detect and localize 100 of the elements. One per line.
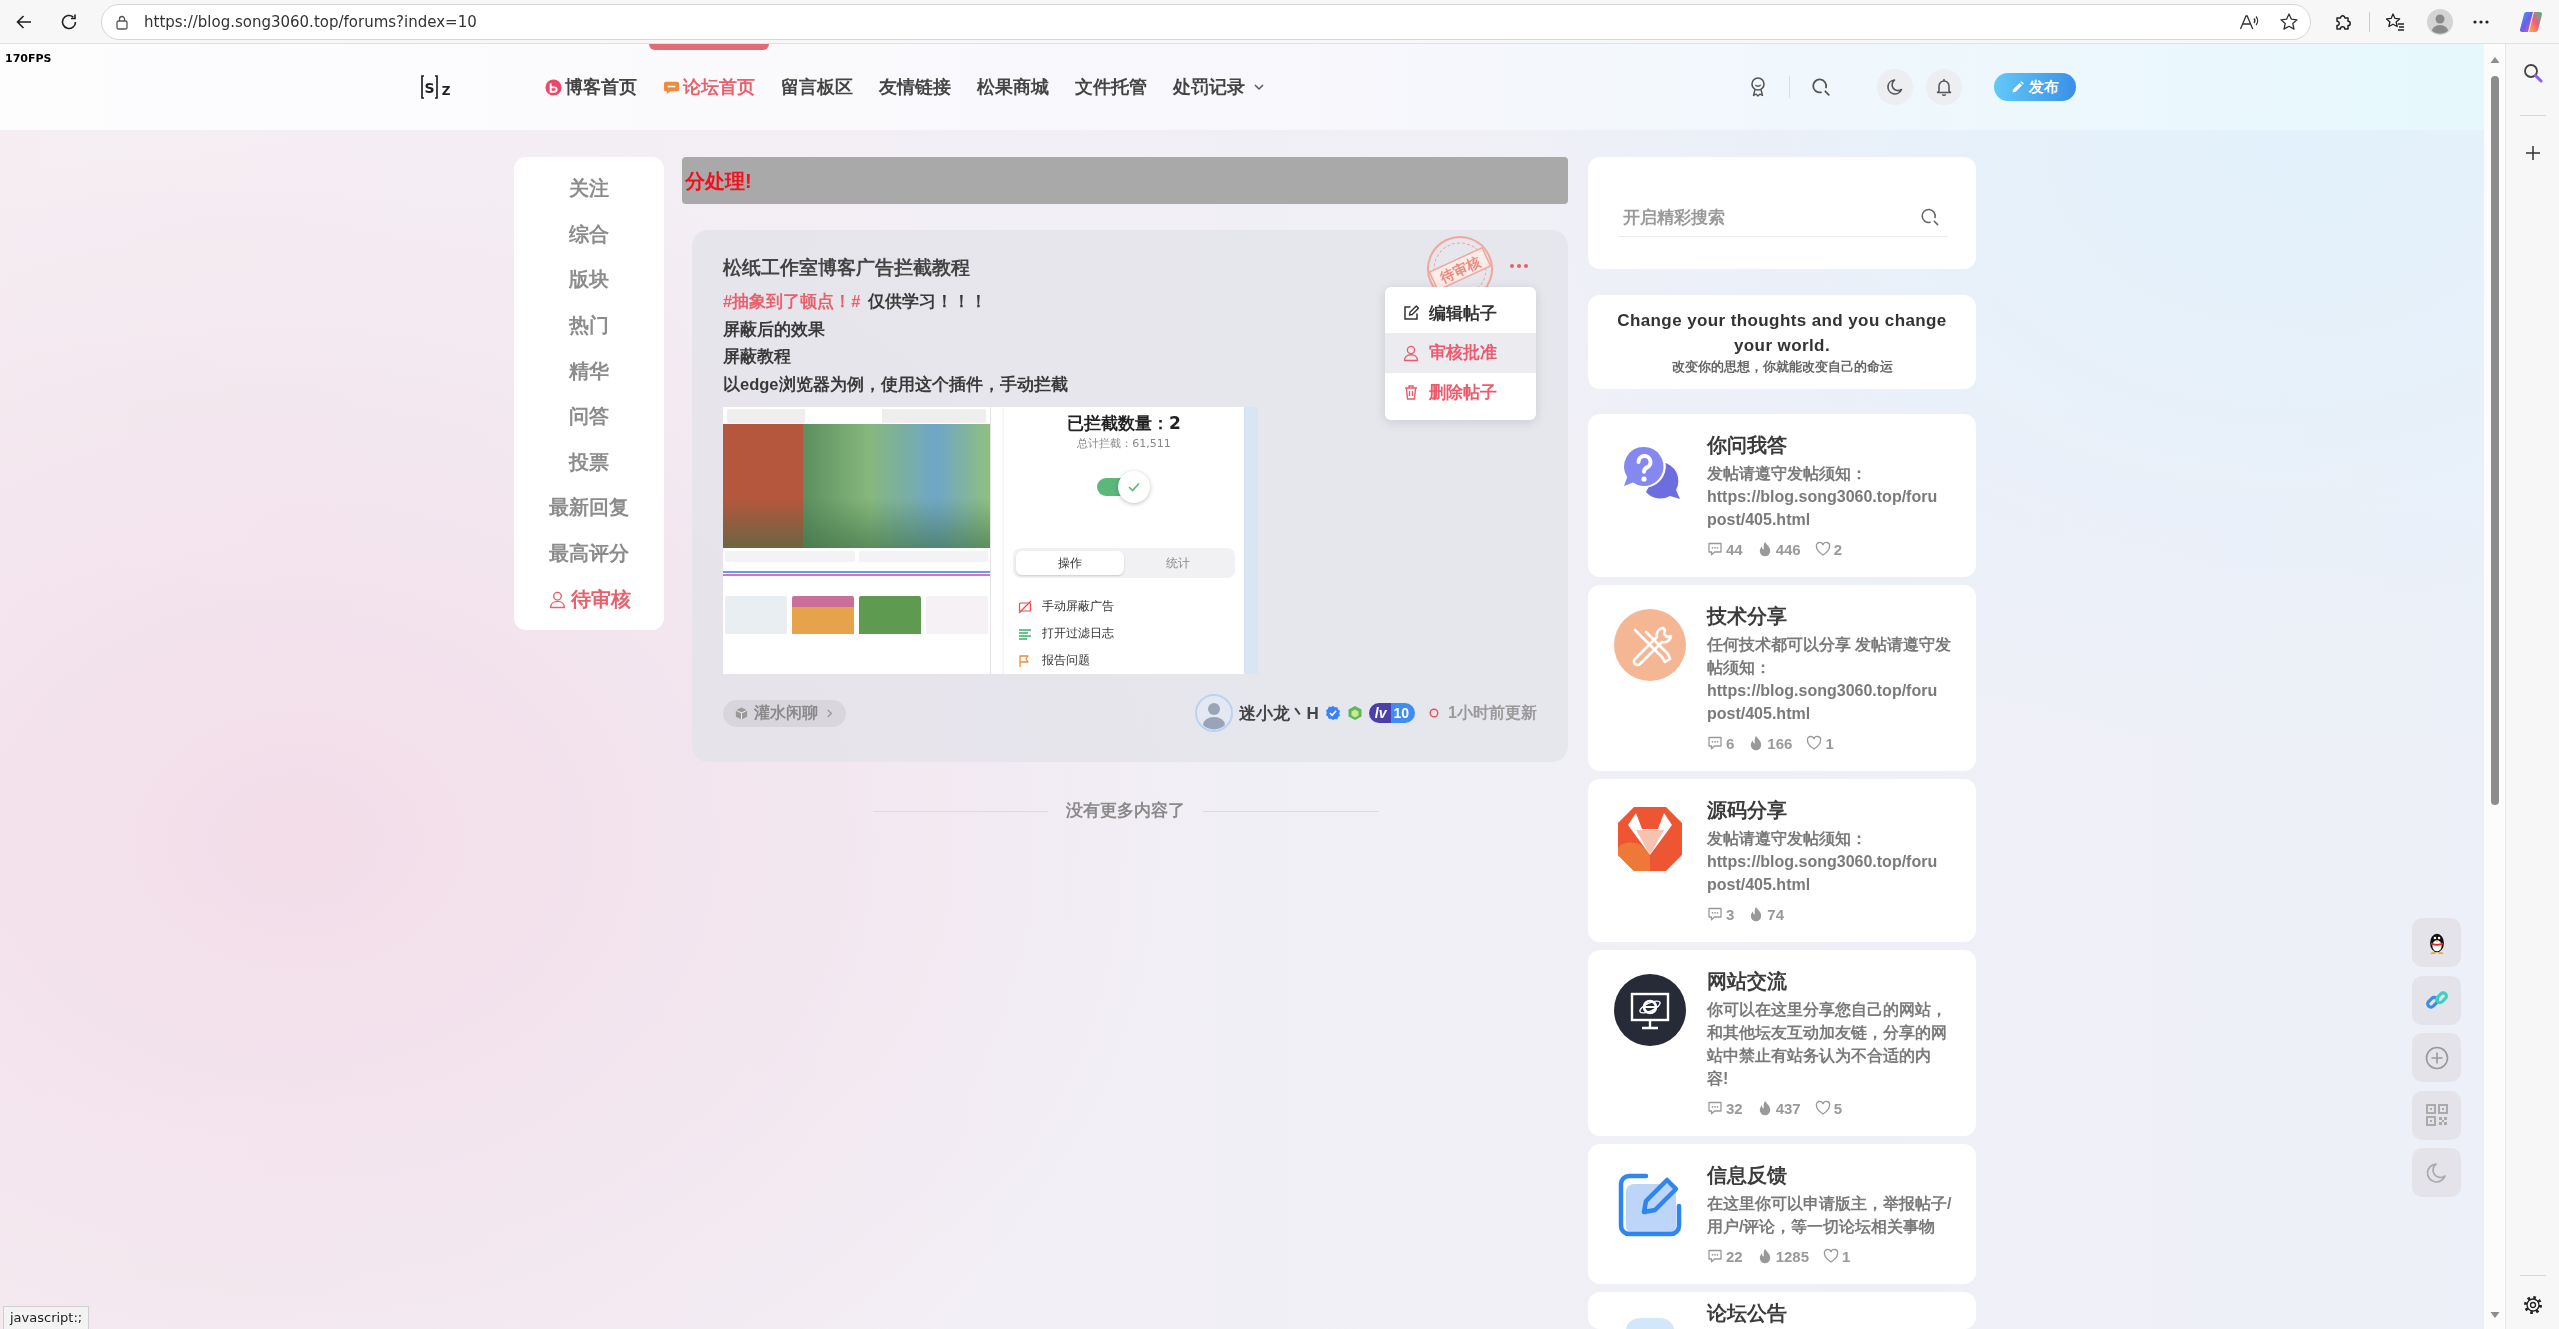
comment-icon: [1707, 735, 1723, 751]
board-card[interactable]: 技术分享 任何技术都可以分享 发帖请遵守发帖须知： https://blog.song3060.top/foru post/405.html 6 166 1: [1588, 585, 1976, 771]
round-badge-icon: [545, 78, 562, 96]
link-icon: [2424, 988, 2449, 1012]
post-text: 屏蔽教程: [723, 346, 791, 367]
board-card[interactable]: 你问我答 发帖请遵守发帖须知： https://blog.song3060.top/foru post/405.html 44 446 2: [1588, 414, 1976, 577]
comment-count: 32: [1726, 1099, 1743, 1117]
user-icon: [547, 589, 567, 609]
nav-tab[interactable]: 博客首页: [545, 75, 637, 99]
author-name[interactable]: 迷小龙丶H: [1238, 701, 1319, 725]
cube-icon: [734, 705, 749, 721]
board-title: 源码分享: [1707, 798, 1788, 823]
nav-tab[interactable]: 处罚记录: [1173, 75, 1265, 99]
search-field[interactable]: 开启精彩搜索: [1618, 200, 1948, 235]
fps-counter: 170FPS: [5, 52, 52, 65]
notification-button[interactable]: [1926, 69, 1962, 105]
view-count: 437: [1775, 1099, 1801, 1117]
search-icon[interactable]: [1920, 207, 1940, 227]
toggle-knob[interactable]: [1118, 471, 1150, 503]
board-card[interactable]: 网站交流 你可以在这里分享您自己的网站，和其他坛友互动加友链，分享的网站中禁止有站务认为不合适的内容! 32 437 5: [1588, 950, 1976, 1136]
nav-tab[interactable]: 松果商城: [977, 75, 1049, 99]
like-count: 2: [1833, 540, 1843, 558]
comment-icon: [1707, 541, 1723, 557]
dark-mode-button[interactable]: [1877, 69, 1913, 105]
popup-action[interactable]: 打开过滤日志: [1018, 620, 1114, 647]
menu-item[interactable]: 编辑帖子: [1385, 293, 1536, 333]
heart-icon: [1806, 735, 1823, 751]
heart-icon: [1814, 1100, 1831, 1116]
more-icon[interactable]: [2471, 18, 2491, 25]
favorites-icon[interactable]: [2385, 11, 2405, 32]
end-of-list-text: 没有更多内容了: [1065, 800, 1185, 822]
medal-icon[interactable]: [1748, 76, 1768, 98]
scroll-down-icon[interactable]: [2489, 1311, 2500, 1319]
status-ring-icon: [1429, 708, 1440, 718]
profile-avatar[interactable]: [2427, 8, 2453, 35]
search-icon[interactable]: [1811, 77, 1831, 97]
hexagon-badge-icon: [1346, 705, 1363, 721]
toggle-switch[interactable]: [1097, 470, 1151, 504]
board-description: 你可以在这里分享您自己的网站，和其他坛友互动加友链，分享的网站中禁止有站务认为不合适的内容!: [1707, 1000, 1948, 1089]
nav-tab[interactable]: 友情链接: [879, 75, 951, 99]
comment-count: 44: [1726, 540, 1743, 558]
post-title[interactable]: 松纸工作室博客广告拦截教程: [723, 254, 970, 282]
scroll-up-icon[interactable]: [2489, 56, 2500, 64]
comment-count: 22: [1726, 1247, 1743, 1265]
popup-tab[interactable]: 操作: [1016, 551, 1124, 575]
board-title: 你问我答: [1707, 433, 1788, 458]
user-icon: [1402, 343, 1420, 362]
moon-icon: [1885, 77, 1905, 97]
like-count: 1: [1842, 1247, 1851, 1265]
tools-icon: [1614, 609, 1686, 681]
blocked-count: 已拦截数量：2: [1067, 412, 1181, 435]
board-card[interactable]: 论坛公告: [1588, 1292, 1976, 1329]
slash-square-icon: [1018, 599, 1032, 614]
popup-action[interactable]: 报告问题: [1018, 647, 1090, 674]
like-count: 1: [1825, 734, 1834, 752]
view-count: 166: [1767, 734, 1793, 752]
post-text: 仅供学习！！！: [868, 291, 988, 312]
notice-text: 分处理!: [685, 168, 752, 194]
lock-icon[interactable]: [114, 13, 130, 30]
site-logo[interactable]: S Z: [421, 73, 453, 101]
pencil-icon: [2011, 80, 2024, 94]
status-text: javascript:;: [3, 1306, 90, 1329]
plus-circle-icon: [2424, 1045, 2449, 1070]
side-tool-button[interactable]: [2412, 918, 2461, 967]
post-text: 屏蔽后的效果: [723, 318, 825, 340]
total-blocked: 总计拦截：61,511: [1077, 436, 1171, 452]
board-description: 发帖请遵守发帖须知： https://blog.song3060.top/foru post/405.html: [1707, 829, 1939, 895]
board-title: 技术分享: [1707, 604, 1788, 629]
search-icon[interactable]: [2521, 62, 2544, 84]
assistant-app-icon[interactable]: [2519, 9, 2543, 34]
board-card[interactable]: 信息反馈 在这里你可以申请版主，举报帖子/用户/评论，等一切论坛相关事物 22 1285 1: [1588, 1144, 1976, 1284]
board-card[interactable]: 源码分享 发帖请遵守发帖须知： https://blog.song3060.top/foru post/405.html 3 74: [1588, 779, 1976, 942]
popup-action[interactable]: 手动屏蔽广告: [1018, 593, 1114, 620]
address-bar[interactable]: https://blog.song3060.top/forums?index=10: [101, 3, 2311, 40]
moon-icon: [2424, 1160, 2449, 1185]
nav-tab[interactable]: 留言板区: [781, 75, 853, 99]
board-title: 论坛公告: [1707, 1301, 1788, 1326]
chevron-icon: [825, 707, 834, 719]
nav-tab[interactable]: 文件托管: [1075, 75, 1147, 99]
scrollbar-thumb[interactable]: [2490, 76, 2499, 805]
board-description: 任何技术都可以分享 发帖请遵守发帖须知： https://blog.song3060.top/foru post/405.html: [1707, 635, 1952, 724]
check-icon: [1128, 482, 1140, 492]
comment-count: 3: [1726, 905, 1735, 923]
board-title: 信息反馈: [1707, 1163, 1788, 1188]
monitor-icon: [1614, 974, 1686, 1046]
view-count: 74: [1767, 905, 1785, 923]
comment-icon: [1707, 1100, 1723, 1116]
heart-icon: [1823, 1248, 1840, 1264]
update-time: 1小时前更新: [1448, 702, 1537, 723]
board-description: 发帖请遵守发帖须知： https://blog.song3060.top/foru post/405.html: [1707, 464, 1939, 530]
trash-icon: [1402, 383, 1420, 402]
url-text[interactable]: https://blog.song3060.top/forums?index=10: [144, 12, 477, 31]
qr-code-icon: [2424, 1103, 2449, 1127]
comment-count: 6: [1726, 734, 1735, 752]
star-icon[interactable]: [2279, 11, 2299, 32]
list-icon: [1018, 626, 1032, 641]
settings-icon[interactable]: [2521, 1294, 2544, 1316]
comment-icon: [1707, 1248, 1723, 1264]
board-title: 网站交流: [1707, 969, 1788, 994]
post-text: 以edge浏览器为例，使用这个插件，手动拦截: [723, 373, 1068, 395]
